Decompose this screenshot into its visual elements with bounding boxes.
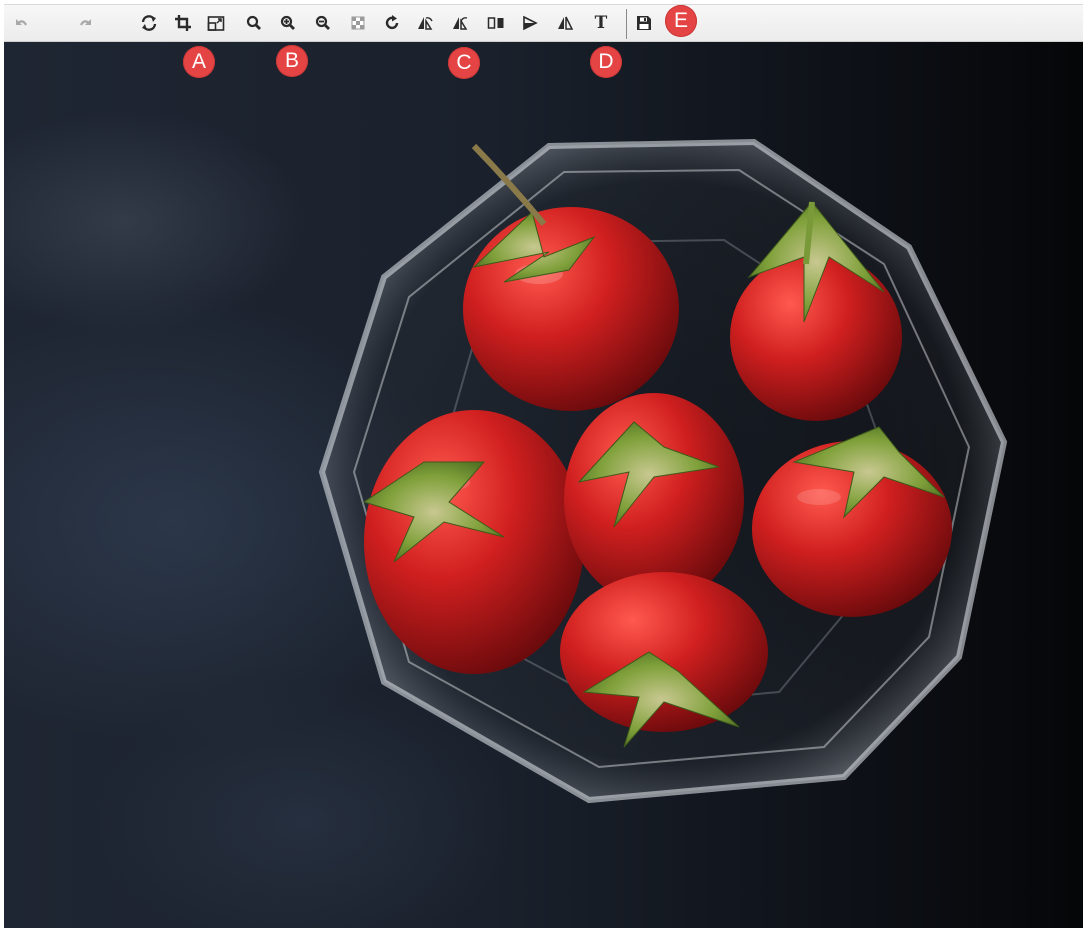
checkerboard-icon	[351, 16, 365, 30]
undo-icon	[16, 19, 27, 26]
zoom-in-icon	[280, 15, 295, 30]
redo-icon	[80, 19, 91, 26]
image-editor: T A B C D E	[0, 0, 1083, 928]
zoom-in-button[interactable]	[276, 11, 300, 35]
callout-marker-e: E	[665, 5, 697, 37]
toolbar-divider	[626, 9, 627, 39]
image-canvas[interactable]	[4, 42, 1083, 928]
editor-toolbar: T	[4, 4, 1083, 42]
flip-b-button[interactable]	[448, 11, 472, 35]
crop-icon	[175, 15, 191, 31]
strawberry-bowl-photo	[318, 138, 1008, 804]
flip-horizontal-button[interactable]	[553, 11, 577, 35]
transparency-button[interactable]	[346, 11, 370, 35]
zoom-button[interactable]	[242, 11, 266, 35]
callout-marker-d: D	[590, 46, 622, 78]
undo-button[interactable]	[8, 11, 32, 35]
magnifier-icon	[246, 15, 261, 30]
text-button[interactable]: T	[589, 11, 613, 35]
callout-marker-b: B	[276, 45, 308, 77]
resize-icon	[207, 16, 225, 31]
crop-button[interactable]	[171, 11, 195, 35]
rotate-button[interactable]	[380, 11, 404, 35]
redo-button[interactable]	[75, 11, 99, 35]
zoom-out-button[interactable]	[311, 11, 335, 35]
zoom-out-icon	[315, 15, 330, 30]
reset-icon	[141, 15, 157, 31]
mirror-button[interactable]	[484, 11, 508, 35]
flip-icon	[453, 17, 468, 30]
save-button[interactable]	[632, 11, 656, 35]
mirror-icon	[487, 17, 504, 29]
text-icon: T	[594, 12, 608, 33]
flip-a-button[interactable]	[413, 11, 437, 35]
save-icon	[637, 16, 651, 30]
flip-icon	[418, 17, 433, 30]
rotate-icon	[385, 15, 399, 30]
reset-button[interactable]	[137, 11, 161, 35]
play-icon	[523, 15, 538, 31]
callout-marker-a: A	[183, 46, 215, 78]
flip-horizontal-icon	[558, 16, 574, 30]
callout-marker-c: C	[448, 47, 480, 79]
play-button[interactable]	[518, 11, 542, 35]
resize-button[interactable]	[204, 11, 228, 35]
